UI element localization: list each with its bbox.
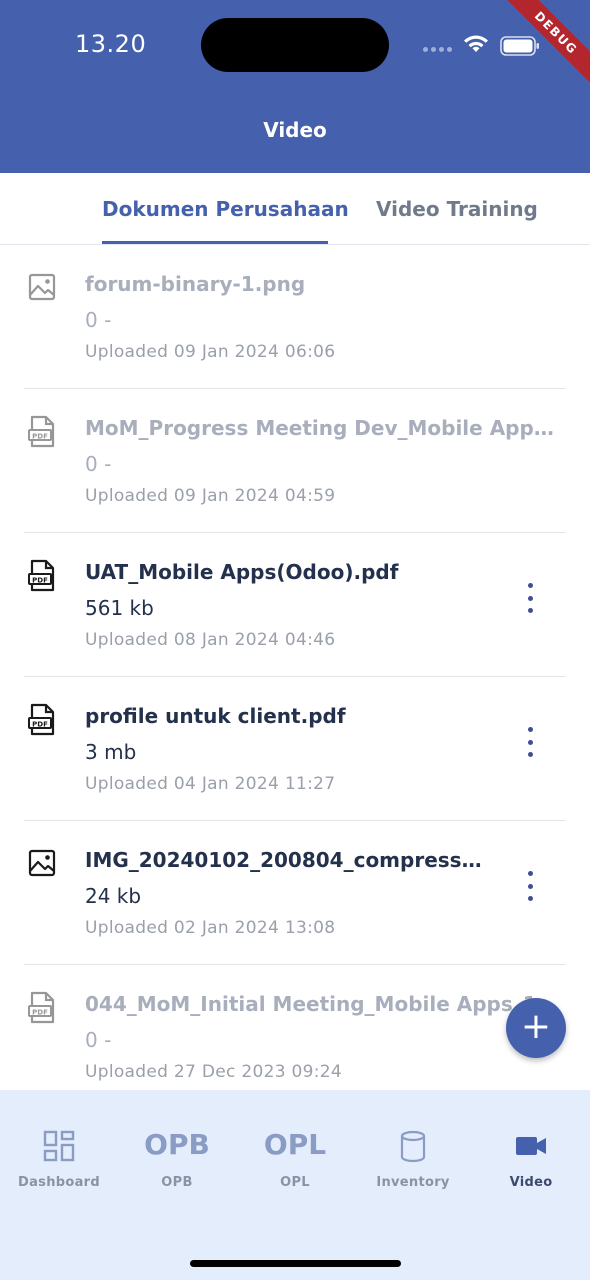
file-item[interactable]: PDF UAT_Mobile Apps(Odoo).pdf 561 kb Upl… [0,533,590,677]
file-size: 0 - [85,452,112,476]
svg-text:PDF: PDF [32,720,48,728]
file-size: 3 mb [85,740,137,764]
tab-dokumen-perusahaan[interactable]: Dokumen Perusahaan [102,197,349,221]
file-list[interactable]: forum-binary-1.png 0 - Uploaded 09 Jan 2… [0,245,590,1090]
file-uploaded-date: Uploaded 04 Jan 2024 11:27 [85,774,336,794]
page-title: Video [263,118,327,142]
file-size: 0 - [85,1028,112,1052]
file-size: 561 kb [85,596,154,620]
status-time: 13.20 [75,30,147,58]
plus-icon: + [520,1006,552,1047]
nav-label: OPL [280,1175,310,1190]
file-item[interactable]: PDF 044_MoM_Initial Meeting_Mobile Apps_… [0,965,590,1090]
pdf-icon: PDF [28,415,55,448]
image-icon [28,273,56,301]
more-options-icon[interactable] [520,871,540,901]
file-item[interactable]: forum-binary-1.png 0 - Uploaded 09 Jan 2… [0,245,590,389]
more-options-icon[interactable] [520,583,540,613]
database-icon [400,1130,426,1163]
file-item[interactable]: PDF profile untuk client.pdf 3 mb Upload… [0,677,590,821]
add-file-button[interactable]: + [506,998,566,1058]
more-options-icon[interactable] [520,727,540,757]
file-name: forum-binary-1.png [85,272,306,296]
nav-label: Dashboard [18,1175,100,1190]
file-item[interactable]: PDF MoM_Progress Meeting Dev_Mobile Apps… [0,389,590,533]
nav-label: Inventory [376,1175,450,1190]
app-header: 13.20 DEBUG Video [0,0,590,173]
opb-text-icon: OPB [144,1128,210,1161]
file-size: 24 kb [85,884,142,908]
tab-bar: Dokumen Perusahaan Video Training [0,173,590,245]
battery-icon [500,36,539,56]
file-name: IMG_20240102_200804_compresse... [85,848,495,872]
nav-label: OPB [161,1175,193,1190]
file-uploaded-date: Uploaded 02 Jan 2024 13:08 [85,918,336,938]
pdf-icon: PDF [28,703,55,736]
signal-dots-icon [423,47,452,52]
tab-indicator [102,241,328,244]
file-uploaded-date: Uploaded 09 Jan 2024 04:59 [85,486,336,506]
file-name: profile untuk client.pdf [85,704,346,728]
nav-label: Video [509,1175,553,1190]
file-uploaded-date: Uploaded 08 Jan 2024 04:46 [85,630,336,650]
opl-text-icon: OPL [263,1128,327,1161]
dynamic-island [201,18,389,72]
file-name: 044_MoM_Initial Meeting_Mobile Apps_1... [85,992,560,1016]
svg-text:PDF: PDF [32,1008,48,1016]
image-icon [28,849,56,877]
bottom-navigation: Dashboard OPB OPB OPL OPL Inventory Vide… [0,1090,590,1280]
file-name: UAT_Mobile Apps(Odoo).pdf [85,560,399,584]
wifi-icon [464,35,488,52]
svg-text:PDF: PDF [32,432,48,440]
file-uploaded-date: Uploaded 27 Dec 2023 09:24 [85,1062,343,1082]
file-name: MoM_Progress Meeting Dev_Mobile Apps_1..… [85,416,560,440]
file-item[interactable]: IMG_20240102_200804_compresse... 24 kb U… [0,821,590,965]
pdf-icon: PDF [28,991,55,1024]
file-size: 0 - [85,308,112,332]
home-indicator[interactable] [190,1260,401,1267]
file-uploaded-date: Uploaded 09 Jan 2024 06:06 [85,342,336,362]
video-camera-icon [516,1137,546,1155]
tab-video-training[interactable]: Video Training [376,197,538,221]
pdf-icon: PDF [28,559,55,592]
dashboard-icon [43,1130,75,1162]
svg-text:PDF: PDF [32,576,48,584]
